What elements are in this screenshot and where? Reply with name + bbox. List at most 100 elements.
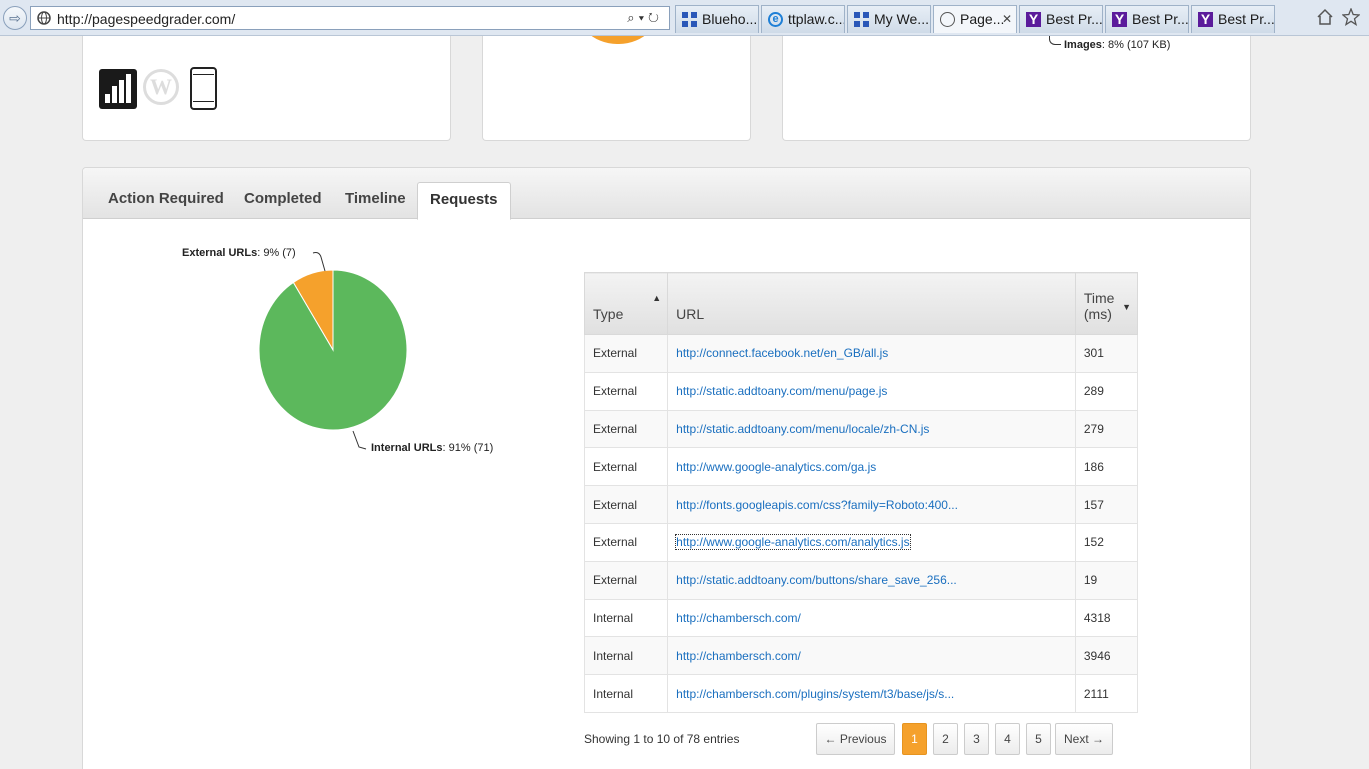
browser-tab[interactable]: Y Best Pr... bbox=[1019, 5, 1103, 33]
internal-leader-line bbox=[352, 430, 367, 450]
browser-tab[interactable]: e ttplaw.c... bbox=[761, 5, 845, 33]
cell-time: 19 bbox=[1074, 560, 1139, 600]
cell-type: External bbox=[583, 485, 669, 524]
browser-tab-label: ttplaw.c... bbox=[788, 11, 845, 27]
page-3-button[interactable]: 3 bbox=[964, 723, 989, 755]
browser-tab[interactable]: Y Best Pr... bbox=[1105, 5, 1189, 33]
next-page-button[interactable]: Next → bbox=[1055, 723, 1113, 755]
cell-type: External bbox=[583, 447, 669, 487]
yahoo-icon: Y bbox=[1026, 12, 1041, 27]
label-leader-line bbox=[1049, 36, 1061, 45]
table-row: External http://static.addtoany.com/menu/… bbox=[583, 371, 1139, 411]
browser-tab[interactable]: Blueho... bbox=[675, 5, 759, 33]
cell-type: External bbox=[583, 334, 669, 373]
browser-tab-label: My We... bbox=[874, 11, 929, 27]
column-header-time[interactable]: Time (ms) ▼ bbox=[1074, 272, 1139, 335]
browser-tab-label: Page... bbox=[960, 11, 1005, 27]
cell-type: Internal bbox=[583, 598, 669, 638]
results-tabs: Action Required Completed Timeline Reque… bbox=[83, 168, 1250, 220]
cell-time: 186 bbox=[1074, 447, 1139, 487]
cell-url: http://static.addtoany.com/menu/locale/z… bbox=[667, 409, 1076, 449]
pie-label-external: External URLs: 9% (7) bbox=[182, 247, 296, 259]
request-url-link[interactable]: http://static.addtoany.com/menu/locale/z… bbox=[676, 422, 929, 436]
browser-toolbar: ⇨ http://pagespeedgrader.com/ ⌕▾↻ Blueho… bbox=[0, 0, 1369, 36]
cell-type: Internal bbox=[583, 636, 669, 676]
cell-type: External bbox=[583, 560, 669, 600]
search-refresh-icons[interactable]: ⌕▾↻ bbox=[627, 10, 663, 26]
table-info: Showing 1 to 10 of 78 entries bbox=[584, 732, 740, 746]
page-5-button[interactable]: 5 bbox=[1026, 723, 1051, 755]
home-icon[interactable] bbox=[1316, 8, 1334, 26]
cell-time: 3946 bbox=[1074, 636, 1139, 676]
cell-time: 301 bbox=[1074, 334, 1139, 373]
request-url-link[interactable]: http://www.google-analytics.com/ga.js bbox=[676, 460, 876, 474]
table-row: Internal http://chambersch.com/4318 bbox=[583, 598, 1139, 638]
browser-tab-label: Best Pr... bbox=[1132, 11, 1189, 27]
cell-url: http://static.addtoany.com/buttons/share… bbox=[667, 560, 1076, 600]
table-row: External http://fonts.googleapis.com/css?… bbox=[583, 485, 1139, 524]
cell-url: http://chambersch.com/ bbox=[667, 636, 1076, 676]
page-1-button[interactable]: 1 bbox=[902, 723, 927, 755]
pie-slice-internal[interactable] bbox=[258, 269, 408, 431]
favorites-star-icon[interactable] bbox=[1342, 8, 1360, 26]
previous-page-button[interactable]: ← Previous bbox=[816, 723, 895, 755]
table-row: External http://static.addtoany.com/butto… bbox=[583, 560, 1139, 600]
size-breakdown-card: Images: 8% (107 KB) bbox=[782, 36, 1251, 141]
column-header-type[interactable]: Type ▲ bbox=[583, 272, 669, 335]
tab-requests[interactable]: Requests bbox=[417, 182, 511, 220]
bar-chart-icon[interactable] bbox=[99, 69, 137, 109]
browser-tab-label: Best Pr... bbox=[1218, 11, 1275, 27]
browser-tab[interactable]: Page... ✕ bbox=[933, 5, 1017, 33]
sort-asc-icon[interactable]: ▲ bbox=[652, 293, 661, 303]
sort-desc-icon[interactable]: ▼ bbox=[1122, 302, 1131, 312]
mobile-phone-icon[interactable] bbox=[190, 67, 217, 110]
cell-url: http://chambersch.com/plugins/system/t3/… bbox=[667, 674, 1076, 713]
cell-url: http://www.google-analytics.com/analytic… bbox=[667, 522, 1076, 562]
cell-time: 157 bbox=[1074, 485, 1139, 524]
tab-timeline[interactable]: Timeline bbox=[333, 182, 418, 219]
cell-time: 289 bbox=[1074, 371, 1139, 411]
requests-pie-chart bbox=[258, 252, 408, 450]
cell-url: http://connect.facebook.net/en_GB/all.js bbox=[667, 334, 1076, 373]
request-url-link[interactable]: http://static.addtoany.com/buttons/share… bbox=[676, 573, 957, 587]
browser-tab[interactable]: My We... bbox=[847, 5, 931, 33]
cell-type: External bbox=[583, 522, 669, 562]
request-url-link[interactable]: http://static.addtoany.com/menu/page.js bbox=[676, 384, 887, 398]
table-row: Internal http://chambersch.com/plugins/sy… bbox=[583, 674, 1139, 713]
address-bar[interactable]: http://pagespeedgrader.com/ ⌕▾↻ bbox=[30, 6, 670, 30]
request-url-link[interactable]: http://fonts.googleapis.com/css?family=R… bbox=[676, 498, 958, 512]
column-header-url[interactable]: URL bbox=[667, 272, 1076, 335]
page-2-button[interactable]: 2 bbox=[933, 723, 958, 755]
tab-completed[interactable]: Completed bbox=[232, 182, 334, 219]
browser-tab[interactable]: Y Best Pr... bbox=[1191, 5, 1275, 33]
cell-type: External bbox=[583, 371, 669, 411]
back-button[interactable]: ⇨ bbox=[3, 6, 27, 30]
globe-icon bbox=[37, 11, 51, 25]
page-4-button[interactable]: 4 bbox=[995, 723, 1020, 755]
cell-time: 4318 bbox=[1074, 598, 1139, 638]
request-url-link[interactable]: http://www.google-analytics.com/analytic… bbox=[675, 534, 911, 551]
request-url-link[interactable]: http://chambersch.com/plugins/system/t3/… bbox=[676, 687, 954, 701]
yahoo-icon: Y bbox=[1112, 12, 1127, 27]
cell-type: External bbox=[583, 409, 669, 449]
platform-card: W bbox=[82, 36, 451, 141]
requests-table: Type ▲ URL Time (ms) ▼ External http://conne… bbox=[583, 272, 1139, 713]
address-url[interactable]: http://pagespeedgrader.com/ bbox=[57, 11, 235, 27]
request-url-link[interactable]: http://chambersch.com/ bbox=[676, 611, 801, 625]
grid-icon bbox=[682, 12, 697, 27]
cell-url: http://static.addtoany.com/menu/page.js bbox=[667, 371, 1076, 411]
close-tab-icon[interactable]: ✕ bbox=[1002, 6, 1012, 32]
external-leader-line bbox=[312, 252, 326, 272]
wordpress-icon[interactable]: W bbox=[143, 69, 179, 105]
ie-icon: e bbox=[768, 12, 783, 27]
table-row: External http://www.google-analytics.com/… bbox=[583, 522, 1139, 562]
grid-icon bbox=[854, 12, 869, 27]
request-url-link[interactable]: http://chambersch.com/ bbox=[676, 649, 801, 663]
table-row: Internal http://chambersch.com/3946 bbox=[583, 636, 1139, 676]
cell-time: 279 bbox=[1074, 409, 1139, 449]
tab-action-required[interactable]: Action Required bbox=[96, 182, 236, 219]
cell-time: 152 bbox=[1074, 522, 1139, 562]
request-url-link[interactable]: http://connect.facebook.net/en_GB/all.js bbox=[676, 346, 888, 360]
pie-label-internal: Internal URLs: 91% (71) bbox=[371, 442, 494, 454]
browser-tab-label: Best Pr... bbox=[1046, 11, 1103, 27]
